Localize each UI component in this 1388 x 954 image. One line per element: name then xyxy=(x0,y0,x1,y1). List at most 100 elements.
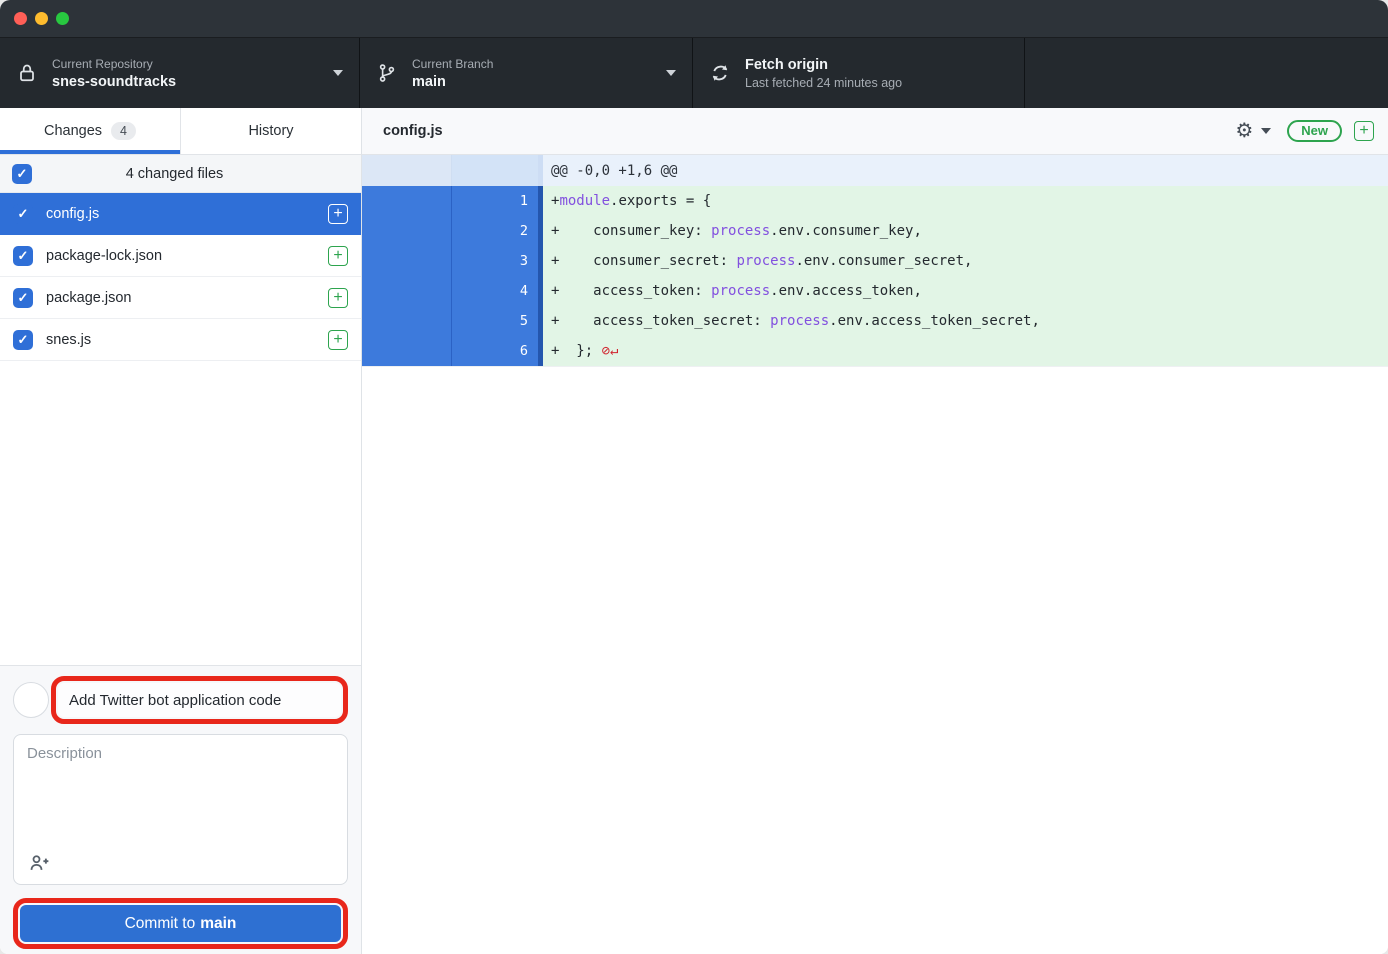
diff-body: @@ -0,0 +1,6 @@ 1 +module.exports = { 2 … xyxy=(362,155,1388,954)
diff-header: config.js ⚙ New + xyxy=(362,108,1388,155)
file-name: snes.js xyxy=(46,332,315,348)
diff-gutter-new-line-number[interactable]: 1 xyxy=(452,186,538,216)
repo-name: snes-soundtracks xyxy=(52,74,323,90)
file-include-checkbox[interactable]: ✓ xyxy=(13,288,33,308)
sidebar-spacer xyxy=(0,361,361,665)
gear-icon[interactable]: ⚙ xyxy=(1235,121,1253,141)
changed-file-row[interactable]: ✓ package.json + xyxy=(0,277,361,319)
diff-gutter-old[interactable] xyxy=(362,186,452,216)
file-name: package.json xyxy=(46,290,315,306)
file-include-checkbox[interactable]: ✓ xyxy=(13,330,33,350)
plus-square-icon[interactable]: + xyxy=(328,204,348,224)
commit-panel: Commit to main xyxy=(0,665,361,954)
select-all-checkbox[interactable]: ✓ xyxy=(12,164,32,184)
commit-summary-input[interactable] xyxy=(58,683,341,717)
diff-code-text: + access_token_secret: process.env.acces… xyxy=(543,306,1388,336)
diff-line[interactable]: 6 + }; ⊘↵ xyxy=(362,336,1388,366)
diff-line[interactable]: 1 +module.exports = { xyxy=(362,186,1388,216)
hunk-header-text: @@ -0,0 +1,6 @@ xyxy=(543,155,1388,186)
chevron-down-icon[interactable] xyxy=(1261,128,1271,134)
tab-changes[interactable]: Changes 4 xyxy=(0,108,180,154)
summary-highlight-annotation xyxy=(51,676,348,724)
diff-gutter-new-line-number[interactable]: 3 xyxy=(452,246,538,276)
file-include-checkbox[interactable]: ✓ xyxy=(13,204,33,224)
diff-pane: config.js ⚙ New + @@ -0,0 +1,6 @@ 1 +mod… xyxy=(362,108,1388,954)
diff-gutter-new-line-number[interactable]: 5 xyxy=(452,306,538,336)
branch-name: main xyxy=(412,74,656,90)
changes-count-badge: 4 xyxy=(111,122,136,140)
main-content: Changes 4 History ✓ 4 changed files ✓ co… xyxy=(0,108,1388,954)
diff-gutter-old[interactable] xyxy=(362,246,452,276)
hunk-gutter-old xyxy=(362,155,452,186)
github-desktop-window: Current Repository snes-soundtracks Curr… xyxy=(0,0,1388,954)
git-branch-icon xyxy=(376,62,398,84)
diff-code-text: + access_token: process.env.access_token… xyxy=(543,276,1388,306)
avatar xyxy=(13,682,49,718)
toolbar-spacer xyxy=(1025,38,1388,108)
diff-code-text: + }; ⊘↵ xyxy=(543,336,1388,366)
diff-empty-area xyxy=(362,366,1388,954)
diff-gutter-old[interactable] xyxy=(362,216,452,246)
diff-gutter-old[interactable] xyxy=(362,276,452,306)
current-repository-dropdown[interactable]: Current Repository snes-soundtracks xyxy=(0,38,360,108)
branch-label: Current Branch xyxy=(412,57,656,71)
commit-button-highlight-annotation: Commit to main xyxy=(13,898,348,949)
diff-gutter-new-line-number[interactable]: 6 xyxy=(452,336,538,366)
hunk-gutter-new xyxy=(452,155,538,186)
commit-description-input[interactable] xyxy=(27,745,334,840)
plus-square-icon[interactable]: + xyxy=(1354,121,1374,141)
changed-files-header: ✓ 4 changed files xyxy=(0,155,361,193)
changed-files-count: 4 changed files xyxy=(32,166,349,182)
file-name: package-lock.json xyxy=(46,248,315,264)
minimize-window-button[interactable] xyxy=(35,12,48,25)
plus-square-icon[interactable]: + xyxy=(328,330,348,350)
repo-label: Current Repository xyxy=(52,57,323,71)
titlebar xyxy=(0,0,1388,38)
diff-lines: 1 +module.exports = { 2 + consumer_key: … xyxy=(362,186,1388,366)
file-include-checkbox[interactable]: ✓ xyxy=(13,246,33,266)
diff-gutter-old[interactable] xyxy=(362,336,452,366)
diff-line[interactable]: 5 + access_token_secret: process.env.acc… xyxy=(362,306,1388,336)
diff-code-text: + consumer_key: process.env.consumer_key… xyxy=(543,216,1388,246)
fetch-origin-button[interactable]: Fetch origin Last fetched 24 minutes ago xyxy=(693,38,1025,108)
lock-icon xyxy=(16,62,38,84)
diff-gutter-old[interactable] xyxy=(362,306,452,336)
changed-file-row[interactable]: ✓ config.js + xyxy=(0,193,361,235)
changes-sidebar: Changes 4 History ✓ 4 changed files ✓ co… xyxy=(0,108,362,954)
toolbar: Current Repository snes-soundtracks Curr… xyxy=(0,38,1388,108)
plus-square-icon[interactable]: + xyxy=(328,288,348,308)
commit-button-branch: main xyxy=(200,915,236,933)
new-file-badge: New xyxy=(1287,120,1342,142)
commit-summary-row xyxy=(13,676,348,724)
tab-changes-label: Changes xyxy=(44,123,102,139)
diff-code-text: + consumer_secret: process.env.consumer_… xyxy=(543,246,1388,276)
diff-line[interactable]: 3 + consumer_secret: process.env.consume… xyxy=(362,246,1388,276)
current-branch-dropdown[interactable]: Current Branch main xyxy=(360,38,693,108)
tab-history-label: History xyxy=(248,123,293,139)
fetch-title: Fetch origin xyxy=(745,57,1008,73)
file-name: config.js xyxy=(46,206,315,222)
diff-code-text: +module.exports = { xyxy=(543,186,1388,216)
diff-line[interactable]: 4 + access_token: process.env.access_tok… xyxy=(362,276,1388,306)
zoom-window-button[interactable] xyxy=(56,12,69,25)
diff-gutter-new-line-number[interactable]: 2 xyxy=(452,216,538,246)
commit-description-box xyxy=(13,734,348,885)
sidebar-tabbar: Changes 4 History xyxy=(0,108,361,155)
commit-button-prefix: Commit to xyxy=(125,915,196,933)
fetch-subtitle: Last fetched 24 minutes ago xyxy=(745,76,1008,90)
changed-file-row[interactable]: ✓ package-lock.json + xyxy=(0,235,361,277)
sync-icon xyxy=(709,62,731,84)
diff-gutter-new-line-number[interactable]: 4 xyxy=(452,276,538,306)
close-window-button[interactable] xyxy=(14,12,27,25)
diff-file-title: config.js xyxy=(383,123,1235,139)
changed-file-row[interactable]: ✓ snes.js + xyxy=(0,319,361,361)
plus-square-icon[interactable]: + xyxy=(328,246,348,266)
person-add-icon[interactable] xyxy=(27,851,51,875)
changed-file-list: ✓ config.js + ✓ package-lock.json + ✓ pa… xyxy=(0,193,361,361)
diff-line[interactable]: 2 + consumer_key: process.env.consumer_k… xyxy=(362,216,1388,246)
chevron-down-icon xyxy=(666,70,676,76)
tab-history[interactable]: History xyxy=(180,108,361,154)
commit-button[interactable]: Commit to main xyxy=(20,905,341,942)
diff-hunk-header: @@ -0,0 +1,6 @@ xyxy=(362,155,1388,186)
chevron-down-icon xyxy=(333,70,343,76)
